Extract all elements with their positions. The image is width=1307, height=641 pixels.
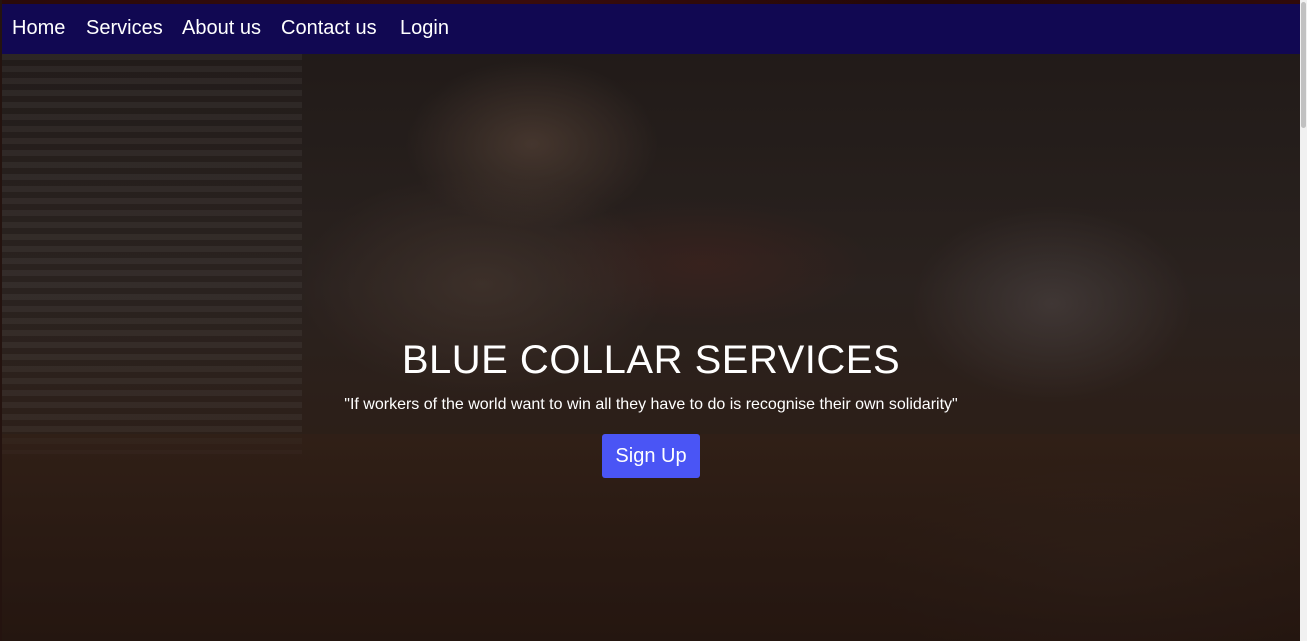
nav-contact-link[interactable]: Contact us: [281, 17, 377, 40]
nav-about-link[interactable]: About us: [182, 17, 261, 40]
hero-section: BLUE COLLAR SERVICES "If workers of the …: [2, 54, 1300, 641]
scrollbar-thumb[interactable]: [1301, 2, 1306, 128]
sign-up-button[interactable]: Sign Up: [602, 434, 700, 478]
nav-login-link[interactable]: Login: [400, 17, 449, 40]
hero-quote: "If workers of the world want to win all…: [344, 396, 958, 413]
nav-services-link[interactable]: Services: [86, 17, 163, 40]
nav-home-link[interactable]: Home: [12, 17, 65, 40]
hero-title: BLUE COLLAR SERVICES: [401, 338, 901, 382]
navbar: Home Services About us Contact us Login: [2, 4, 1300, 54]
